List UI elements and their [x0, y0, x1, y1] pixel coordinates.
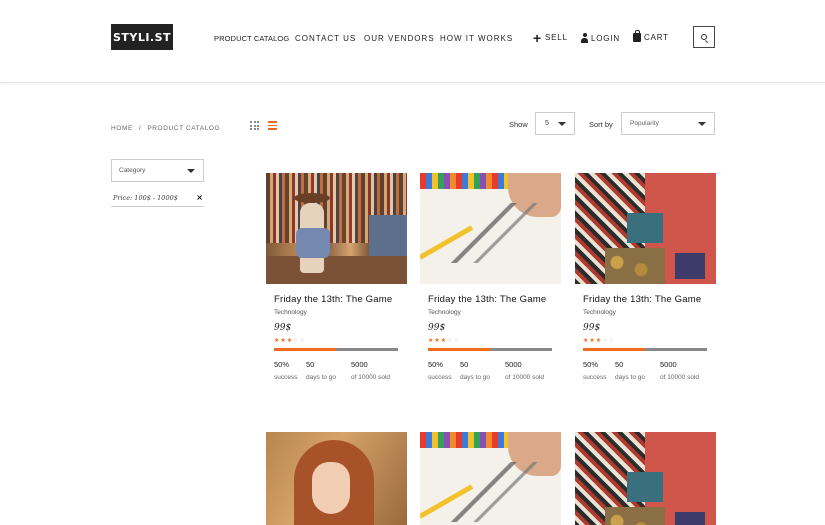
site-header: STYLI.ST PRODUCT CATALOG CONTACT US OUR …	[0, 0, 825, 83]
show-count-value: 5	[545, 120, 549, 127]
product-card[interactable]: Friday the 13th: The Game Technology 99$…	[420, 173, 561, 382]
product-title[interactable]: Friday the 13th: The Game	[583, 294, 716, 305]
chevron-down-icon	[187, 169, 195, 173]
nav-our-vendors[interactable]: OUR VENDORS	[364, 34, 435, 43]
breadcrumb: HOME / PRODUCT CATALOG	[111, 125, 220, 132]
stat-percent-label: success	[274, 374, 298, 381]
star-icon: ☆	[299, 338, 306, 344]
star-rating: ★★★☆☆	[274, 337, 407, 345]
star-rating: ★★★☆☆	[428, 337, 561, 345]
progress-bar	[428, 348, 552, 351]
stat-days-label: days to go	[615, 374, 645, 381]
grid-view-icon[interactable]	[250, 121, 259, 130]
stat-percent: 50%	[274, 360, 290, 369]
product-card[interactable]	[420, 432, 561, 525]
stat-sold-label: of 10000 sold	[660, 374, 700, 381]
cart-link[interactable]: CART	[633, 30, 669, 42]
price-filter-label: Price: 100$ - 1000$	[113, 194, 178, 202]
plus-icon: +	[533, 29, 542, 46]
stat-percent: 50%	[428, 360, 444, 369]
sort-label: Sort by	[589, 120, 613, 129]
search-icon	[701, 34, 707, 40]
chevron-down-icon	[558, 122, 566, 126]
progress-bar	[583, 348, 707, 351]
site-logo[interactable]: STYLI.ST	[111, 24, 173, 50]
stat-sold: 5000	[351, 360, 368, 369]
progress-fill	[583, 348, 645, 351]
person-icon	[581, 33, 588, 43]
sort-value: Popularity	[630, 120, 659, 127]
close-icon[interactable]: ×	[196, 193, 203, 202]
product-category: Technology	[583, 309, 616, 316]
star-icon: ☆	[608, 338, 615, 344]
product-image[interactable]	[575, 173, 716, 284]
stat-sold: 5000	[505, 360, 522, 369]
show-label: Show	[509, 120, 528, 129]
stat-sold-label: of 10000 sold	[505, 374, 545, 381]
product-price: 99$	[583, 323, 601, 333]
show-count-select[interactable]: 5	[535, 112, 575, 135]
breadcrumb-home[interactable]: HOME	[111, 125, 133, 132]
cart-label: CART	[644, 33, 669, 42]
stat-days-label: days to go	[306, 374, 336, 381]
product-image[interactable]	[575, 432, 716, 525]
breadcrumb-separator: /	[138, 125, 142, 132]
product-price: 99$	[274, 323, 292, 333]
search-button[interactable]	[693, 26, 715, 48]
product-image[interactable]	[266, 432, 407, 525]
product-stats: 50% success 50 days to go 5000 of 10000 sol…	[274, 360, 407, 382]
category-select[interactable]: Category	[111, 159, 204, 182]
product-image[interactable]	[266, 173, 407, 284]
login-link[interactable]: LOGIN	[581, 33, 620, 43]
star-icon: ☆	[453, 338, 460, 344]
breadcrumb-current: PRODUCT CATALOG	[147, 125, 221, 132]
product-category: Technology	[428, 309, 461, 316]
product-stats: 50% success 50 days to go 5000 of 10000 sol…	[428, 360, 561, 382]
product-card[interactable]: Friday the 13th: The Game Technology 99$…	[266, 173, 407, 382]
sell-label: SELL	[544, 33, 568, 42]
product-card[interactable]: Friday the 13th: The Game Technology 99$…	[575, 173, 716, 382]
progress-fill	[274, 348, 336, 351]
product-title[interactable]: Friday the 13th: The Game	[274, 294, 407, 305]
stat-days: 50	[615, 360, 624, 369]
bag-icon	[633, 30, 641, 42]
stat-percent: 50%	[583, 360, 599, 369]
stat-percent-label: success	[583, 374, 607, 381]
stat-percent-label: success	[428, 374, 452, 381]
stat-days: 50	[306, 360, 315, 369]
star-rating: ★★★☆☆	[583, 337, 716, 345]
login-label: LOGIN	[591, 33, 620, 43]
stat-days-label: days to go	[460, 374, 490, 381]
category-value: Category	[119, 167, 146, 174]
stat-days: 50	[460, 360, 469, 369]
product-category: Technology	[274, 309, 307, 316]
chevron-down-icon	[698, 122, 706, 126]
stat-sold: 5000	[660, 360, 677, 369]
nav-product-catalog[interactable]: PRODUCT CATALOG	[214, 34, 289, 43]
nav-contact-us[interactable]: CONTACT US	[295, 34, 356, 43]
product-title[interactable]: Friday the 13th: The Game	[428, 294, 561, 305]
stat-sold-label: of 10000 sold	[351, 374, 391, 381]
progress-fill	[428, 348, 490, 351]
sell-link[interactable]: + SELL	[533, 29, 568, 46]
list-view-icon[interactable]	[268, 121, 277, 130]
product-image[interactable]	[420, 173, 561, 284]
product-price: 99$	[428, 323, 446, 333]
product-stats: 50% success 50 days to go 5000 of 10000 sol…	[583, 360, 716, 382]
price-filter-tag: Price: 100$ - 1000$ ×	[111, 193, 204, 207]
product-image[interactable]	[420, 432, 561, 525]
sort-select[interactable]: Popularity	[621, 112, 715, 135]
nav-how-it-works[interactable]: HOW IT WORKS	[440, 34, 513, 43]
product-card[interactable]	[575, 432, 716, 525]
progress-bar	[274, 348, 398, 351]
product-card[interactable]	[266, 432, 407, 525]
